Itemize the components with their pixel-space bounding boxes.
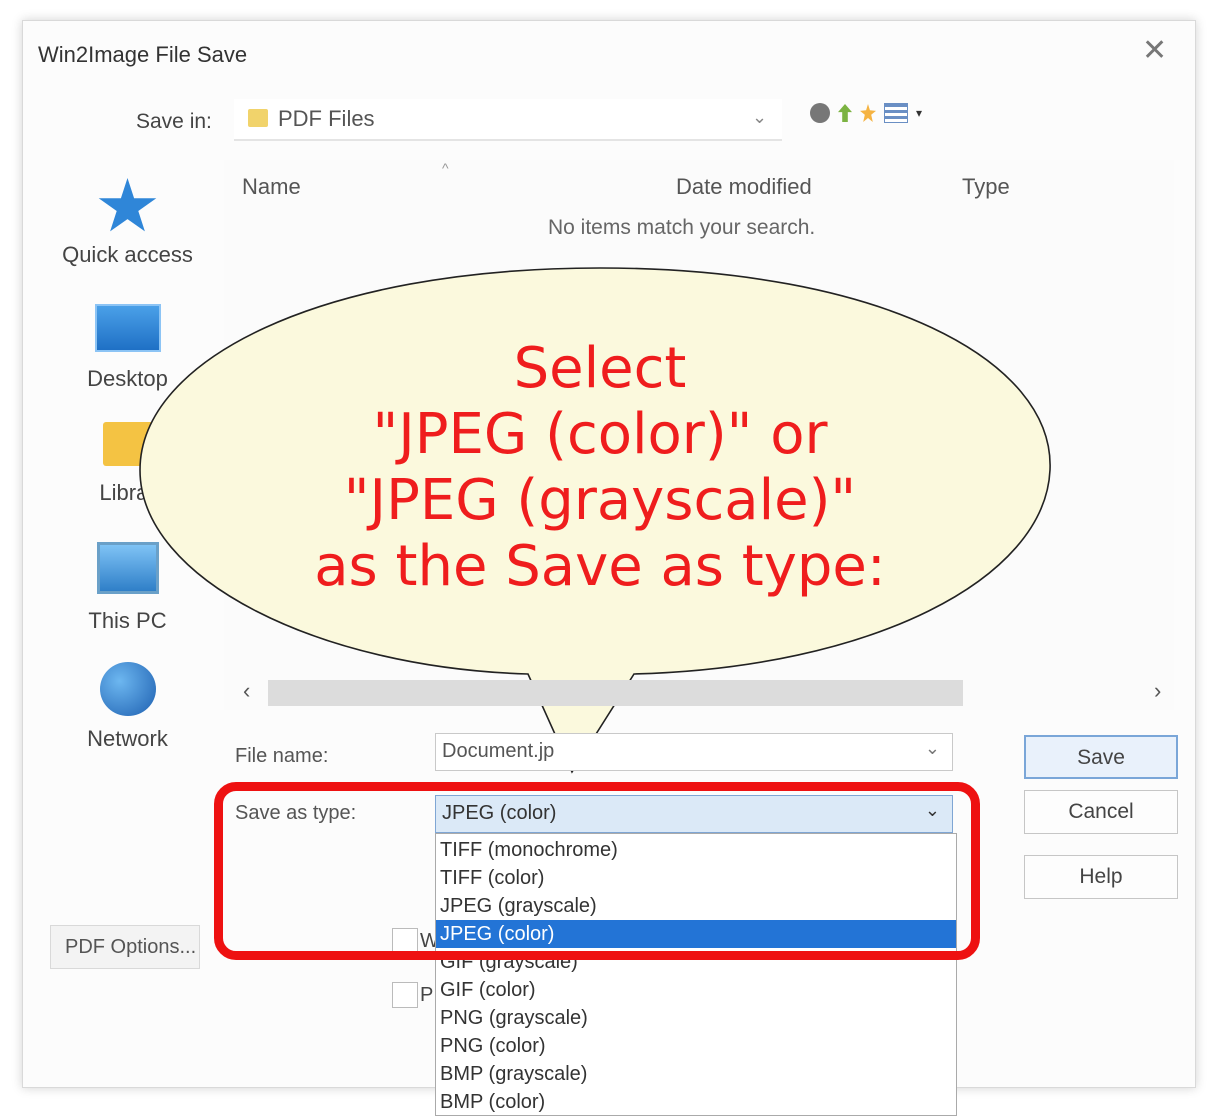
chevron-down-icon[interactable]: ⌄ [925, 738, 940, 759]
option-bmp-grayscale[interactable]: BMP (grayscale) [436, 1060, 956, 1088]
save-button[interactable]: Save [1024, 735, 1178, 779]
file-name-field[interactable]: Document.jp ⌄ [435, 733, 953, 771]
help-button[interactable]: Help [1024, 855, 1178, 899]
checkbox[interactable] [392, 982, 418, 1008]
checkbox-label: P [420, 984, 434, 1006]
scroll-right-icon[interactable]: › [1154, 678, 1161, 704]
callout-line: "JPEG (grayscale)" [343, 468, 857, 533]
horizontal-scrollbar[interactable] [268, 680, 963, 706]
scroll-left-icon[interactable]: ‹ [243, 678, 250, 704]
highlight-frame [214, 782, 980, 960]
option-png-grayscale[interactable]: PNG (grayscale) [436, 1004, 956, 1032]
callout-line: "JPEG (color)" or [372, 402, 828, 467]
option-gif-color[interactable]: GIF (color) [436, 976, 956, 1004]
callout-text: Select "JPEG (color)" or "JPEG (grayscal… [220, 336, 980, 600]
callout-line: as the Save as type: [314, 534, 886, 599]
file-name-label: File name: [235, 745, 329, 767]
file-name-value: Document.jp [442, 740, 555, 762]
option-png-color[interactable]: PNG (color) [436, 1032, 956, 1060]
callout-line: Select [513, 336, 687, 401]
cancel-button[interactable]: Cancel [1024, 790, 1178, 834]
option-bmp-color[interactable]: BMP (color) [436, 1088, 956, 1115]
pdf-options-button[interactable]: PDF Options... [50, 925, 200, 969]
